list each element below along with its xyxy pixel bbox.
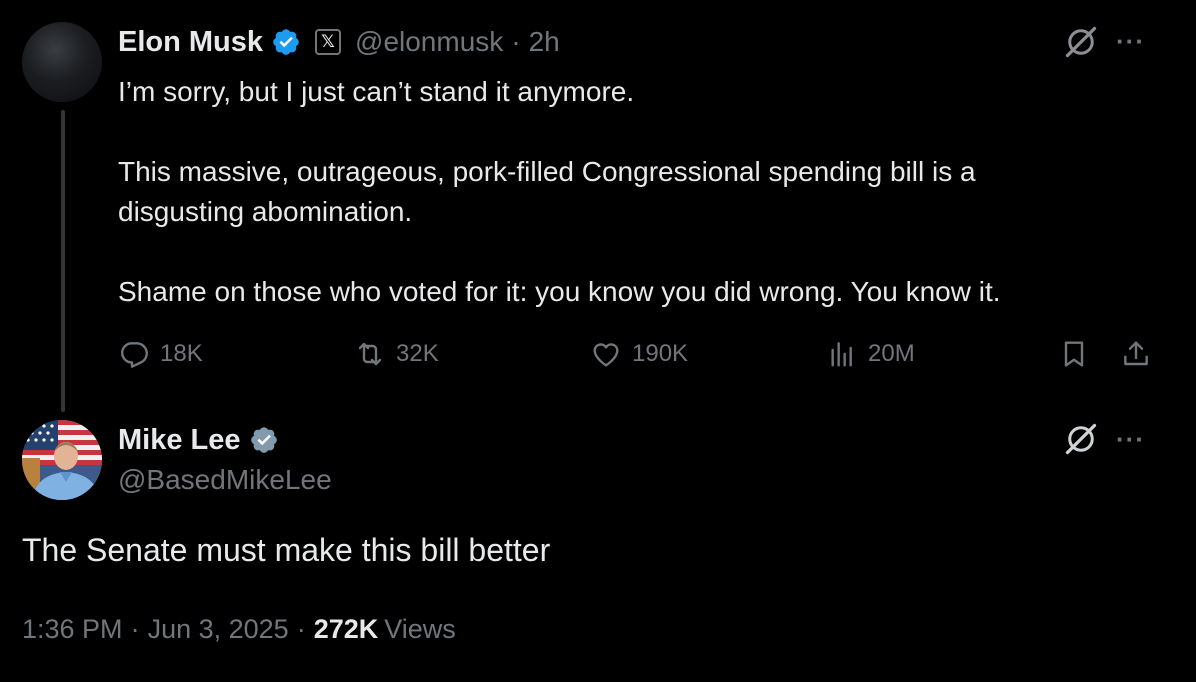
meta-separator: · (130, 614, 140, 644)
repost-count: 32K (396, 340, 439, 367)
header-separator: · (511, 26, 521, 57)
reply-author-handle[interactable]: @BasedMikeLee (118, 464, 332, 496)
bookmark-icon[interactable] (1058, 338, 1090, 370)
repost-button[interactable]: 32K (354, 338, 439, 370)
avatar-elonmusk[interactable] (22, 22, 102, 102)
reply-time[interactable]: 1:36 PM (22, 614, 123, 645)
reply-icon (121, 342, 148, 368)
views-button[interactable]: 20M (826, 338, 915, 370)
views-icon (831, 342, 852, 367)
tweet-text-line-1: I’m sorry, but I just can’t stand it any… (118, 76, 635, 107)
author-name[interactable]: Elon Musk (118, 26, 263, 59)
verified-badge-icon (273, 29, 299, 55)
tweet-age[interactable]: 2h (529, 26, 560, 58)
reply-views-count: 272K (313, 614, 379, 644)
thread-connector-line (61, 110, 65, 412)
avatar-photo (22, 420, 102, 500)
reply-header: Mike Lee (118, 420, 279, 460)
reply-metadata: 1:36 PM · Jun 3, 2025 · 272K Views (22, 614, 456, 645)
like-button[interactable]: 190K (590, 338, 688, 370)
reply-date[interactable]: Jun 3, 2025 (148, 614, 289, 645)
x-affiliate-icon[interactable]: 𝕏 (315, 29, 342, 55)
grok-icon[interactable] (1063, 24, 1099, 60)
share-icon[interactable] (1120, 338, 1152, 370)
tweet-text-line-3: disgusting abomination. (118, 196, 413, 227)
more-icon[interactable]: ··· (1116, 26, 1145, 57)
tweet-text-line-4: Shame on those who voted for it: you kno… (118, 276, 1001, 307)
tweet-header: Elon Musk 𝕏 @elonmusk · 2h (118, 22, 560, 62)
verified-badge-icon (250, 427, 277, 453)
like-icon (593, 343, 619, 367)
grok-icon[interactable] (1063, 421, 1099, 457)
reply-views-label: Views (384, 614, 456, 644)
tweet-text-line-2: This massive, outrageous, pork-filled Co… (118, 156, 976, 187)
reply-count: 18K (160, 340, 203, 367)
author-handle[interactable]: @elonmusk (355, 26, 503, 58)
like-count: 190K (632, 340, 689, 367)
views-count: 20M (868, 340, 915, 367)
reply-text: The Senate must make this bill better (22, 532, 551, 568)
more-icon[interactable]: ··· (1116, 424, 1145, 455)
reply-button[interactable]: 18K (118, 338, 203, 370)
reply-author-name[interactable]: Mike Lee (118, 424, 241, 457)
avatar-basedmikelee[interactable] (22, 420, 102, 500)
meta-separator: · (296, 614, 306, 644)
repost-icon (358, 342, 382, 366)
reply-views[interactable]: 272K Views (314, 614, 456, 645)
